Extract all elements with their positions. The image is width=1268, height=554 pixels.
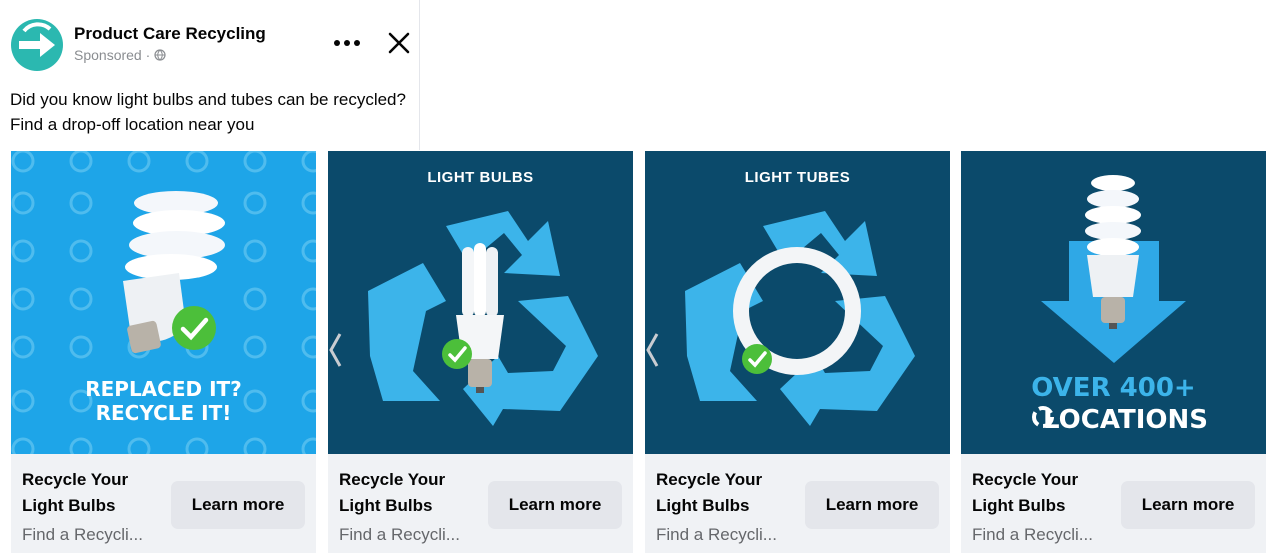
post-header: Product Care Recycling Sponsored · Did y… xyxy=(0,0,420,150)
card-footer: Recycle Your Light Bulbs Find a Recycli.… xyxy=(328,454,633,553)
sponsored-label[interactable]: Sponsored · xyxy=(74,47,150,63)
card-footer: Recycle Your Light Bulbs Find a Recycli.… xyxy=(961,454,1266,553)
carousel-card-1[interactable]: REPLACED IT? RECYCLE IT! Recycle Your Li… xyxy=(11,151,316,553)
learn-more-button[interactable]: Learn more xyxy=(488,481,622,529)
card-title[interactable]: Recycle Your Light Bulbs xyxy=(972,467,1122,519)
sponsored-row: Sponsored · xyxy=(74,47,166,63)
card-footer: Recycle Your Light Bulbs Find a Recycli.… xyxy=(11,454,316,553)
card-image[interactable]: OVER 400+ LOCATIONS xyxy=(961,151,1266,454)
card-image[interactable]: LIGHT TUBES xyxy=(645,151,950,454)
image-text-line-1: OVER 400+ xyxy=(1031,373,1196,403)
learn-more-button[interactable]: Learn more xyxy=(805,481,939,529)
card-footer: Recycle Your Light Bulbs Find a Recycli.… xyxy=(645,454,950,553)
card-description: Find a Recycli... xyxy=(656,525,777,544)
card-image[interactable]: REPLACED IT? RECYCLE IT! xyxy=(11,151,316,454)
card-title[interactable]: Recycle Your Light Bulbs xyxy=(22,467,172,519)
carousel-prev-arrow-icon[interactable] xyxy=(645,330,659,370)
checkmark-icon xyxy=(442,339,472,369)
image-text-line-1: REPLACED IT? xyxy=(85,377,242,401)
more-options-icon xyxy=(334,40,360,46)
card-title[interactable]: Recycle Your Light Bulbs xyxy=(339,467,489,519)
image-text-line-2: RECYCLE IT! xyxy=(95,401,232,425)
card-title[interactable]: Recycle Your Light Bulbs xyxy=(656,467,806,519)
more-options-button[interactable] xyxy=(332,28,362,58)
carousel-card-4[interactable]: OVER 400+ LOCATIONS Recycle Your Light B… xyxy=(961,151,1266,553)
carousel-prev-arrow-icon[interactable] xyxy=(328,330,342,370)
checkmark-icon xyxy=(172,306,216,350)
globe-icon xyxy=(154,49,166,61)
image-text-line-2: LOCATIONS xyxy=(1043,405,1208,435)
page-name[interactable]: Product Care Recycling xyxy=(74,24,266,44)
carousel-card-3[interactable]: LIGHT TUBES Recycle Your Light Bulbs Fin… xyxy=(645,151,950,553)
recycle-symbol-icon xyxy=(368,211,598,426)
learn-more-button[interactable]: Learn more xyxy=(1121,481,1255,529)
learn-more-button[interactable]: Learn more xyxy=(171,481,305,529)
carousel-card-2[interactable]: LIGHT BULBS Recycle Your Light Bulbs Fin… xyxy=(328,151,633,553)
close-button[interactable] xyxy=(384,28,414,58)
card-description: Find a Recycli... xyxy=(22,525,143,544)
card-image[interactable]: LIGHT BULBS xyxy=(328,151,633,454)
page-avatar[interactable] xyxy=(10,18,64,72)
recycle-symbol-icon xyxy=(685,211,915,426)
image-headline: REPLACED IT? RECYCLE IT! xyxy=(11,377,316,425)
close-icon xyxy=(388,32,410,54)
card-description: Find a Recycli... xyxy=(339,525,460,544)
card-description: Find a Recycli... xyxy=(972,525,1093,544)
post-text: Did you know light bulbs and tubes can b… xyxy=(10,90,406,134)
checkmark-icon xyxy=(742,344,772,374)
